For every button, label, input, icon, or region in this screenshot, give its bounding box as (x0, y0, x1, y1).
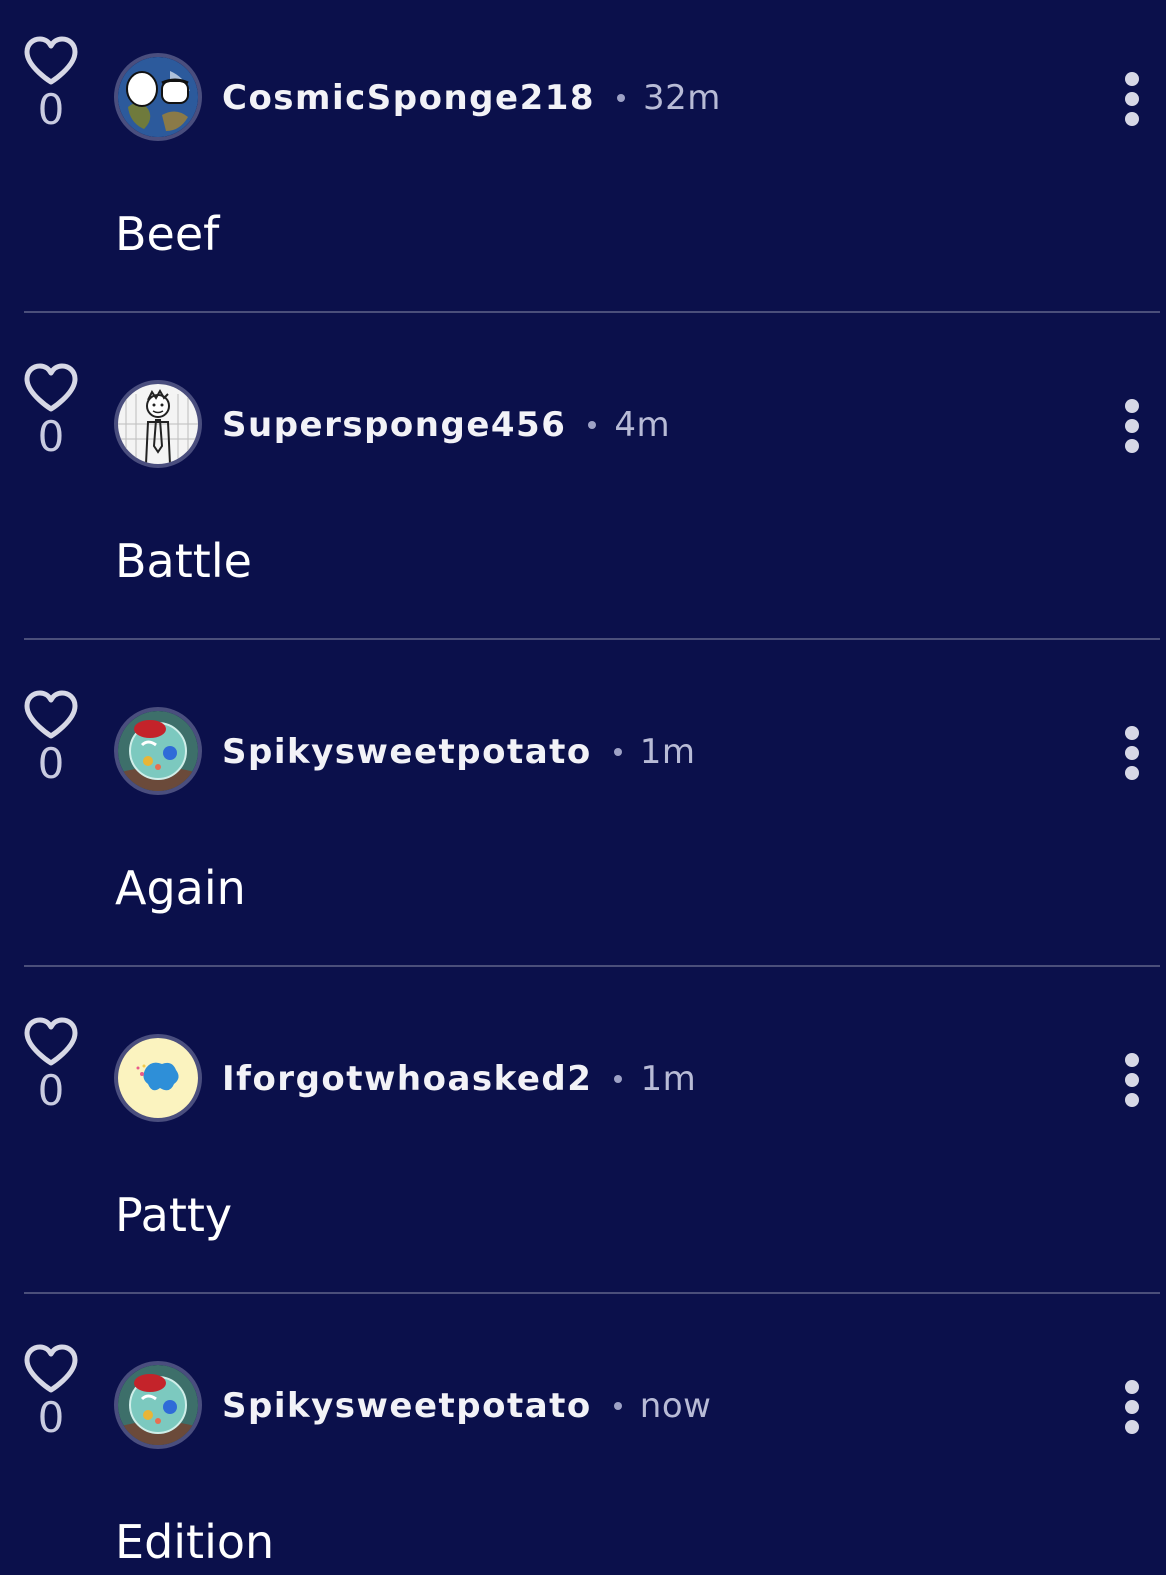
comment-feed: 0 CosmicSponge218 32m Beef 0 Supersponge… (0, 0, 1166, 1575)
comment-meta: Spikysweetpotato 1m (222, 730, 696, 774)
sketch-man-avatar (118, 384, 198, 464)
avatar[interactable] (114, 1361, 202, 1449)
separator-dot (613, 748, 622, 756)
comment-text: Patty (115, 1188, 233, 1242)
like-button[interactable]: 0 (22, 36, 80, 132)
divider (24, 311, 1160, 313)
like-button[interactable]: 0 (22, 1017, 80, 1113)
heart-outline-icon (24, 690, 78, 739)
like-count: 0 (37, 85, 65, 134)
heart-outline-icon (24, 363, 78, 412)
comment-meta: CosmicSponge218 32m (222, 76, 721, 120)
like-button[interactable]: 0 (22, 1344, 80, 1440)
more-vertical-icon (1125, 72, 1139, 86)
username[interactable]: Iforgotwhoasked2 (222, 1059, 592, 1099)
more-options-button[interactable] (1116, 397, 1148, 457)
comment-meta: Iforgotwhoasked2 1m (222, 1057, 696, 1101)
comment-item: 0 Spikysweetpotato now Edition (0, 1308, 1166, 1575)
divider (24, 965, 1160, 967)
timestamp: 1m (640, 1059, 697, 1099)
avatar[interactable] (114, 53, 202, 141)
like-count: 0 (37, 1066, 65, 1115)
like-count: 0 (37, 412, 65, 461)
more-vertical-icon (1125, 726, 1139, 740)
heart-outline-icon (24, 1017, 78, 1066)
heart-outline-icon (24, 36, 78, 85)
separator-dot (588, 421, 597, 429)
more-vertical-icon (1125, 399, 1139, 413)
separator-dot (613, 1402, 622, 1410)
timestamp: 1m (639, 732, 696, 772)
avatar[interactable] (114, 707, 202, 795)
username[interactable]: Spikysweetpotato (222, 732, 592, 772)
like-button[interactable]: 0 (22, 363, 80, 459)
username[interactable]: Supersponge456 (222, 405, 566, 445)
comment-item: 0 Spikysweetpotato 1m Again (0, 654, 1166, 979)
comment-meta: Supersponge456 4m (222, 403, 670, 447)
more-options-button[interactable] (1116, 1051, 1148, 1111)
separator-dot (617, 94, 626, 102)
comment-item: 0 CosmicSponge218 32m Beef (0, 0, 1166, 325)
timestamp: 32m (643, 78, 721, 118)
heart-outline-icon (24, 1344, 78, 1393)
username[interactable]: Spikysweetpotato (222, 1386, 592, 1426)
more-options-button[interactable] (1116, 1378, 1148, 1438)
comment-item: 0 Iforgotwhoasked2 1m Patty (0, 981, 1166, 1306)
comment-meta: Spikysweetpotato now (222, 1384, 711, 1428)
timestamp: 4m (614, 405, 671, 445)
teal-bubble-avatar (118, 1365, 198, 1445)
divider (24, 638, 1160, 640)
like-button[interactable]: 0 (22, 690, 80, 786)
more-vertical-icon (1125, 1053, 1139, 1067)
comment-text: Edition (115, 1515, 275, 1569)
comment-item: 0 Supersponge456 4m Battle (0, 327, 1166, 652)
like-count: 0 (37, 1393, 65, 1442)
avatar[interactable] (114, 380, 202, 468)
teal-bubble-avatar (118, 711, 198, 791)
avatar[interactable] (114, 1034, 202, 1122)
blue-blob-avatar (118, 1038, 198, 1118)
divider (24, 1292, 1160, 1294)
like-count: 0 (37, 739, 65, 788)
more-options-button[interactable] (1116, 724, 1148, 784)
separator-dot (614, 1075, 623, 1083)
earth-eyes-avatar (118, 57, 198, 137)
comment-text: Beef (115, 207, 220, 261)
timestamp: now (639, 1386, 712, 1426)
comment-text: Again (115, 861, 246, 915)
more-vertical-icon (1125, 1380, 1139, 1394)
username[interactable]: CosmicSponge218 (222, 78, 595, 118)
more-options-button[interactable] (1116, 70, 1148, 130)
comment-text: Battle (115, 534, 252, 588)
